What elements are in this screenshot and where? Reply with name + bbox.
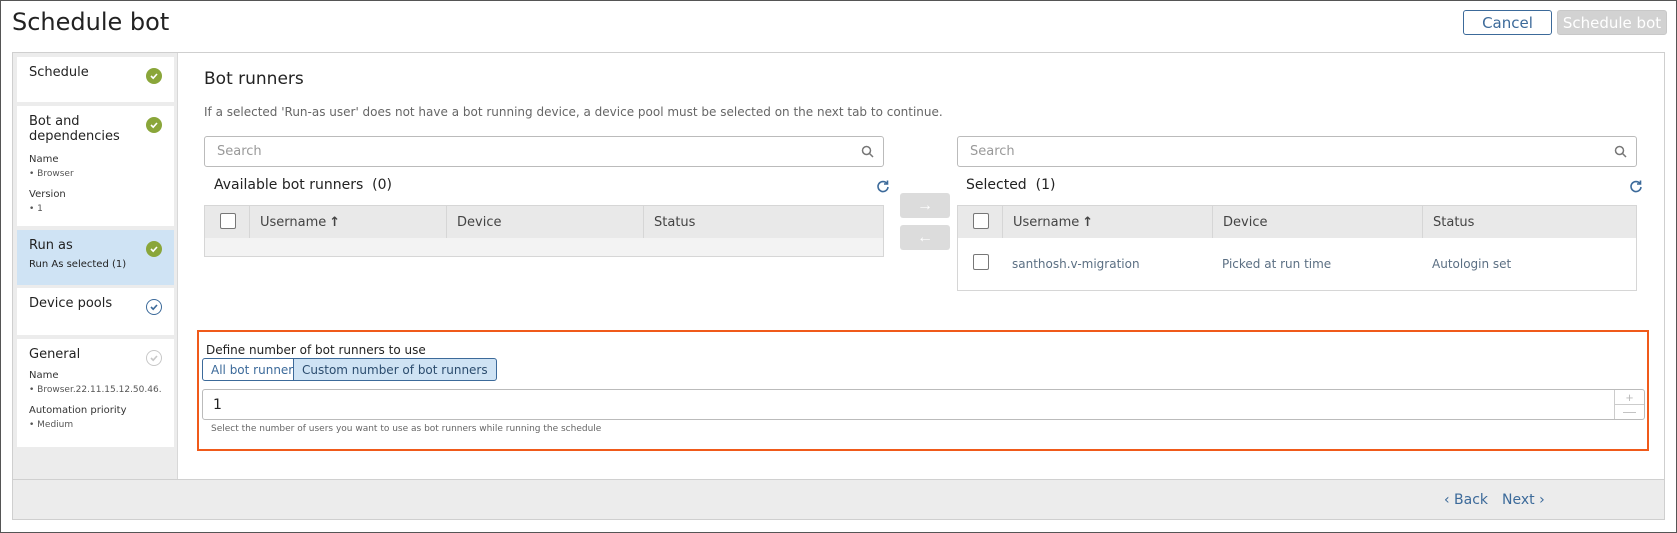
run-as-selected-count: Run As selected (1): [29, 259, 127, 270]
step-bot-dependencies[interactable]: Bot and dependencies Name • Browser Vers…: [17, 106, 174, 226]
step-schedule-title: Schedule: [29, 65, 89, 80]
bot-runner-count-value: 1: [213, 397, 222, 413]
col-username[interactable]: Username ↑: [1002, 206, 1212, 238]
col-username-label: Username: [1013, 214, 1080, 230]
define-help-text: Select the number of users you want to u…: [211, 424, 602, 434]
back-button[interactable]: ‹ Back: [1444, 492, 1488, 508]
bot-name-label: Name: [29, 154, 59, 165]
available-table: Username ↑ Device Status: [204, 205, 884, 257]
next-button[interactable]: Next ›: [1502, 492, 1545, 508]
step-schedule[interactable]: Schedule: [17, 57, 174, 102]
check-done-icon: [146, 68, 162, 84]
row-checkbox[interactable]: [973, 254, 989, 270]
select-all-checkbox[interactable]: [220, 213, 236, 229]
col-username[interactable]: Username ↑: [249, 206, 446, 238]
refresh-icon[interactable]: [876, 179, 890, 198]
check-done-icon: [146, 241, 162, 257]
main-content: Bot runners If a selected 'Run-as user' …: [191, 53, 1661, 479]
wizard-steps-sidebar: Schedule Bot and dependencies Name • Bro…: [13, 53, 178, 479]
col-username-label: Username: [260, 214, 327, 230]
table-row[interactable]: santhosh.v-migration Picked at run time …: [958, 238, 1636, 290]
bot-version-label: Version: [29, 189, 66, 200]
available-count: (0): [372, 177, 392, 193]
step-run-as-title: Run as: [29, 238, 73, 253]
row-username: santhosh.v-migration: [1012, 257, 1140, 271]
page-title: Schedule bot: [12, 8, 170, 36]
step-device-pools[interactable]: Device pools: [17, 288, 174, 335]
selected-table: Username ↑ Device Status santhosh.v-migr…: [957, 205, 1637, 291]
bot-name-value: • Browser: [29, 169, 74, 179]
section-title: Bot runners: [204, 69, 304, 89]
col-device[interactable]: Device: [446, 206, 643, 238]
search-placeholder: Search: [970, 144, 1015, 159]
row-status: Autologin set: [1432, 257, 1512, 271]
step-general-title: General: [29, 347, 81, 362]
define-label: Define number of bot runners to use: [206, 343, 426, 357]
search-icon: [861, 145, 874, 163]
selected-title: Selected (1): [966, 177, 1055, 193]
check-outline-icon: [146, 299, 162, 315]
bot-version-value: • 1: [29, 204, 43, 214]
selected-count: (1): [1035, 177, 1056, 193]
schedule-bot-button[interactable]: Schedule bot: [1557, 10, 1667, 35]
bot-runner-count-input[interactable]: 1 + —: [202, 389, 1645, 420]
general-priority-value: • Medium: [29, 420, 74, 430]
col-status[interactable]: Status: [1422, 206, 1636, 238]
row-device: Picked at run time: [1222, 257, 1332, 271]
device-pool-hint: If a selected 'Run-as user' does not hav…: [204, 105, 943, 119]
available-table-header: Username ↑ Device Status: [205, 206, 883, 238]
count-stepper: + —: [1614, 390, 1644, 419]
option-custom-number[interactable]: Custom number of bot runners: [293, 358, 497, 381]
step-run-as[interactable]: Run as Run As selected (1): [17, 230, 174, 285]
general-name-value: • Browser.22.11.15.12.50.46...: [29, 385, 162, 395]
define-bot-runners-section: Define number of bot runners to use All …: [197, 330, 1649, 451]
check-pending-icon: [146, 350, 162, 366]
wizard-panel: Schedule Bot and dependencies Name • Bro…: [12, 52, 1665, 520]
general-name-label: Name: [29, 370, 59, 381]
sort-asc-icon: ↑: [1082, 214, 1094, 230]
refresh-icon[interactable]: [1629, 179, 1643, 198]
general-priority-label: Automation priority: [29, 405, 127, 416]
page-header: Schedule bot Cancel Schedule bot: [0, 0, 1677, 50]
move-left-button[interactable]: ←: [900, 225, 950, 250]
col-status[interactable]: Status: [643, 206, 883, 238]
cancel-button[interactable]: Cancel: [1463, 10, 1552, 35]
available-title-text: Available bot runners: [214, 177, 364, 193]
decrement-button[interactable]: —: [1615, 404, 1644, 419]
search-placeholder: Search: [217, 144, 262, 159]
step-device-pools-title: Device pools: [29, 296, 113, 311]
wizard-footer: ‹ Back Next ›: [13, 479, 1664, 519]
col-device[interactable]: Device: [1212, 206, 1422, 238]
empty-row: [205, 238, 883, 256]
search-icon: [1614, 145, 1627, 163]
sort-asc-icon: ↑: [329, 214, 341, 230]
selected-title-text: Selected: [966, 177, 1027, 193]
available-search-input[interactable]: Search: [204, 136, 884, 167]
increment-button[interactable]: +: [1615, 390, 1644, 405]
available-title: Available bot runners (0): [214, 177, 392, 193]
step-bot-title: Bot and dependencies: [29, 114, 120, 144]
selected-table-header: Username ↑ Device Status: [958, 206, 1636, 238]
move-right-button[interactable]: →: [900, 193, 950, 218]
selected-search-input[interactable]: Search: [957, 136, 1637, 167]
check-done-icon: [146, 117, 162, 133]
select-all-checkbox[interactable]: [973, 213, 989, 229]
step-general[interactable]: General Name • Browser.22.11.15.12.50.46…: [17, 339, 174, 447]
